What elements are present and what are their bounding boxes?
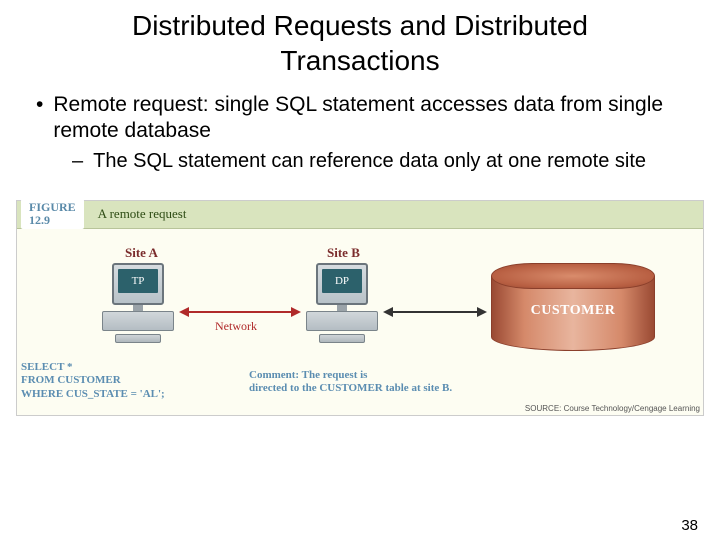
bullet-list: • Remote request: single SQL statement a… <box>0 92 720 184</box>
arrow-right-icon <box>291 307 301 317</box>
sql-line-3: WHERE CUS_STATE = 'AL'; <box>21 388 165 402</box>
computer-site-a: TP <box>101 263 175 343</box>
keyboard-b <box>319 334 365 343</box>
monitor-a: TP <box>112 263 164 305</box>
sql-text: SELECT * FROM CUSTOMER WHERE CUS_STATE =… <box>21 361 165 402</box>
bullet-sub: – The SQL statement can reference data o… <box>72 149 692 174</box>
bullet-main-text: Remote request: single SQL statement acc… <box>53 92 692 145</box>
sql-line-2: FROM CUSTOMER <box>21 374 165 388</box>
stand-a <box>133 305 143 311</box>
bullet-sub-text: The SQL statement can reference data onl… <box>93 149 646 174</box>
network-arrow <box>179 307 301 309</box>
db-arrow-line <box>393 311 477 313</box>
db-arrow-right-icon <box>477 307 487 317</box>
figure-body: Site A Site B TP DP Network <box>17 229 703 415</box>
network-label: Network <box>215 319 257 334</box>
comment-line-1: Comment: The request is <box>249 369 452 383</box>
sql-line-1: SELECT * <box>21 361 165 375</box>
db-arrow-left-icon <box>383 307 393 317</box>
comment-text: Comment: The request is directed to the … <box>249 369 452 397</box>
page-number: 38 <box>681 517 698 534</box>
database-cylinder: CUSTOMER <box>491 263 655 351</box>
monitor-b: DP <box>316 263 368 305</box>
tower-b <box>306 311 378 331</box>
screen-a-label: TP <box>118 269 158 293</box>
db-label: CUSTOMER <box>491 303 655 319</box>
figure-number: FIGURE 12.9 <box>21 199 84 229</box>
bullet-main: • Remote request: single SQL statement a… <box>36 92 692 145</box>
stand-b <box>337 305 347 311</box>
figure-container: FIGURE 12.9 A remote request Site A Site… <box>16 200 704 416</box>
comment-line-2: directed to the CUSTOMER table at site B… <box>249 382 452 396</box>
screen-b-label: DP <box>322 269 362 293</box>
source-credit: SOURCE: Course Technology/Cengage Learni… <box>525 404 700 413</box>
keyboard-a <box>115 334 161 343</box>
site-b-label: Site B <box>327 245 360 261</box>
site-a-label: Site A <box>125 245 158 261</box>
sub-marker: – <box>72 149 83 174</box>
bullet-marker: • <box>36 92 43 145</box>
slide-title: Distributed Requests and Distributed Tra… <box>0 0 720 92</box>
arrow-left-icon <box>179 307 189 317</box>
figure-header: FIGURE 12.9 A remote request <box>17 201 703 229</box>
computer-site-b: DP <box>305 263 379 343</box>
tower-a <box>102 311 174 331</box>
network-line <box>189 311 291 313</box>
figure-title: A remote request <box>98 206 187 222</box>
db-top <box>491 263 655 289</box>
db-arrow <box>383 307 487 317</box>
